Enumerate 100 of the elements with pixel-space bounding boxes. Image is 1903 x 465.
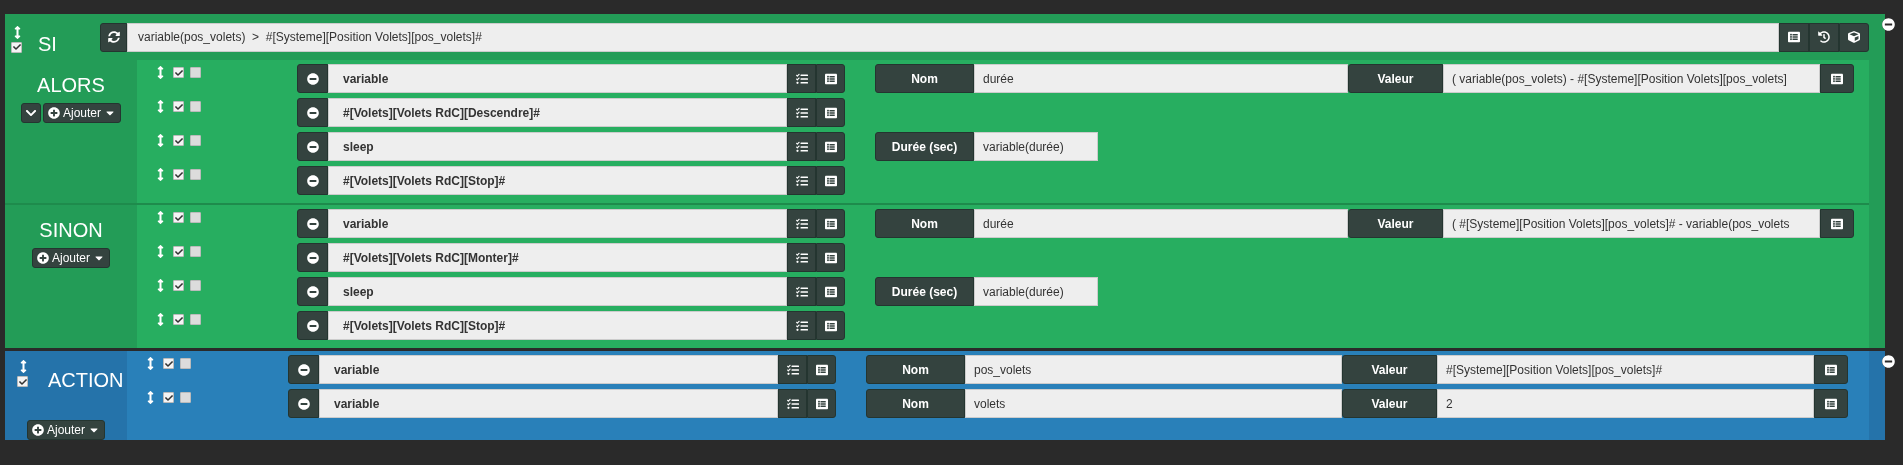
checkbox[interactable] — [190, 212, 201, 223]
options-button[interactable] — [787, 64, 816, 93]
param-field[interactable]: durée — [974, 64, 1348, 93]
param-field[interactable]: durée — [974, 209, 1348, 238]
options-button[interactable] — [787, 166, 816, 195]
checkbox[interactable] — [163, 392, 174, 403]
options-button[interactable] — [778, 355, 807, 384]
list-button[interactable] — [816, 166, 845, 195]
options-button[interactable] — [787, 209, 816, 238]
minus-icon — [306, 174, 319, 187]
add-button[interactable]: Ajouter — [32, 248, 110, 268]
checkbox[interactable] — [173, 135, 184, 146]
checkbox[interactable] — [173, 314, 184, 325]
command-field[interactable]: sleep — [328, 132, 787, 161]
param-label: Valeur — [1348, 64, 1443, 93]
check-icon — [164, 359, 173, 368]
checkbox[interactable] — [190, 67, 201, 78]
list-button[interactable] — [816, 209, 845, 238]
remove-icon[interactable] — [1882, 18, 1895, 31]
command-field[interactable]: #[Volets][Volets RdC][Descendre]# — [328, 98, 787, 127]
command-field[interactable]: variable — [328, 64, 787, 93]
options-button[interactable] — [787, 98, 816, 127]
list-button[interactable] — [807, 355, 836, 384]
checkbox[interactable] — [190, 135, 201, 146]
options-button[interactable] — [778, 389, 807, 418]
options-button[interactable] — [787, 243, 816, 272]
param-field[interactable]: ( variable(pos_volets) - #[Systeme][Position Volets][pos_volets] — [1443, 64, 1820, 93]
checkbox[interactable] — [173, 67, 184, 78]
history-button[interactable] — [1809, 22, 1839, 52]
checkbox[interactable] — [11, 41, 22, 53]
remove-button[interactable] — [297, 243, 328, 272]
param-field[interactable]: pos_volets — [965, 355, 1342, 384]
remove-button[interactable] — [297, 64, 328, 93]
remove-button[interactable] — [288, 389, 319, 418]
param-field[interactable]: variable(durée) — [974, 277, 1098, 306]
checkbox[interactable] — [173, 246, 184, 257]
list-button[interactable] — [816, 132, 845, 161]
add-button[interactable]: Ajouter — [27, 420, 105, 440]
command-field[interactable]: #[Volets][Volets RdC][Stop]# — [328, 166, 787, 195]
options-button[interactable] — [787, 277, 816, 306]
checkbox[interactable] — [190, 169, 201, 180]
checkbox[interactable] — [17, 376, 28, 387]
list-button[interactable] — [816, 277, 845, 306]
checkbox[interactable] — [173, 169, 184, 180]
checklist-icon — [786, 397, 799, 410]
options-button[interactable] — [787, 311, 816, 340]
command-field[interactable]: variable — [319, 355, 778, 384]
list-button[interactable] — [1814, 389, 1848, 418]
checkbox[interactable] — [190, 101, 201, 112]
list-button[interactable] — [1814, 355, 1848, 384]
options-button[interactable] — [787, 132, 816, 161]
checkbox[interactable] — [190, 246, 201, 257]
list-button[interactable] — [816, 98, 845, 127]
list-button[interactable] — [1820, 64, 1854, 93]
command-field[interactable]: #[Volets][Volets RdC][Monter]# — [328, 243, 787, 272]
command-field[interactable]: variable — [319, 389, 778, 418]
plus-icon — [48, 107, 60, 119]
param-field[interactable]: 2 — [1437, 389, 1814, 418]
param-field[interactable]: ( #[Systeme][Position Volets][pos_volets]# - variable(pos_volets — [1443, 209, 1820, 238]
param-field[interactable]: #[Systeme][Position Volets][pos_volets]# — [1437, 355, 1814, 384]
remove-button[interactable] — [297, 98, 328, 127]
collapse-button[interactable] — [21, 103, 41, 123]
command-field[interactable]: sleep — [328, 277, 787, 306]
list-button[interactable] — [816, 311, 845, 340]
list-button[interactable] — [816, 64, 845, 93]
cube-button[interactable] — [1839, 22, 1869, 52]
check-icon — [174, 102, 183, 111]
checklist-icon — [795, 285, 808, 298]
remove-icon[interactable] — [1882, 355, 1895, 368]
refresh-button[interactable] — [100, 22, 127, 52]
remove-button[interactable] — [297, 132, 328, 161]
checkbox[interactable] — [173, 212, 184, 223]
list-button[interactable] — [1779, 22, 1809, 52]
command-field[interactable]: #[Volets][Volets RdC][Stop]# — [328, 311, 787, 340]
param-field[interactable]: variable(durée) — [974, 132, 1098, 161]
plus-icon — [32, 424, 44, 436]
remove-button[interactable] — [297, 277, 328, 306]
minus-icon — [306, 106, 319, 119]
checkbox[interactable] — [163, 358, 174, 369]
checkbox[interactable] — [190, 314, 201, 325]
check-icon — [164, 393, 173, 402]
remove-button[interactable] — [297, 166, 328, 195]
checkbox[interactable] — [180, 358, 191, 369]
param-label: Nom — [875, 209, 974, 238]
add-button[interactable]: Ajouter — [43, 103, 121, 123]
list-button[interactable] — [807, 389, 836, 418]
remove-button[interactable] — [288, 355, 319, 384]
list-button[interactable] — [816, 243, 845, 272]
list-button[interactable] — [1820, 209, 1854, 238]
remove-button[interactable] — [297, 209, 328, 238]
checkbox[interactable] — [190, 280, 201, 291]
param-field[interactable]: volets — [965, 389, 1342, 418]
remove-button[interactable] — [297, 311, 328, 340]
check-icon — [18, 377, 27, 386]
expression-field[interactable]: variable(pos_volets) > #[Systeme][Position Volets][pos_volets]# — [127, 22, 1779, 52]
minus-icon — [306, 217, 319, 230]
checkbox[interactable] — [173, 280, 184, 291]
checkbox[interactable] — [180, 392, 191, 403]
checkbox[interactable] — [173, 101, 184, 112]
command-field[interactable]: variable — [328, 209, 787, 238]
